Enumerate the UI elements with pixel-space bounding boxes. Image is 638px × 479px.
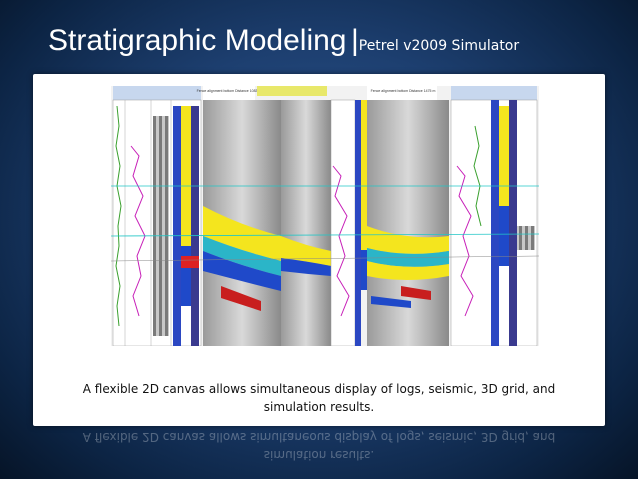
title-separator: |	[350, 24, 359, 57]
fence-label-2: Fence alignment bottom Distance 1475 m	[371, 89, 436, 93]
content-panel: Fence alignment bottom Distance 1083 m F…	[33, 74, 605, 426]
well-section-figure: Fence alignment bottom Distance 1083 m F…	[111, 86, 539, 346]
slide-title-main: Stratigraphic Modeling	[48, 24, 347, 57]
fence-label-1: Fence alignment bottom Distance 1083 m	[197, 89, 262, 93]
well-1-log-tracks	[112, 86, 202, 346]
seismic-section-1: Fence alignment bottom Distance 1083 m	[197, 86, 281, 346]
caption-reflection: simulation results. A flexible 2D canvas…	[33, 428, 605, 479]
reflection-line-2: simulation results.	[263, 448, 375, 462]
caption-line-2: simulation results.	[263, 400, 375, 414]
caption-line-1: A flexible 2D canvas allows simultaneous…	[82, 382, 556, 396]
reflection-line-1: A flexible 2D canvas allows simultaneous…	[82, 430, 556, 444]
slide-caption: A flexible 2D canvas allows simultaneous…	[33, 380, 605, 416]
well-3-log-tracks	[450, 86, 538, 346]
stratigraphic-canvas-image: Fence alignment bottom Distance 1083 m F…	[111, 86, 539, 346]
seismic-section-3: Fence alignment bottom Distance 1475 m	[367, 86, 449, 346]
slide-subtitle: Petrel v2009 Simulator	[358, 38, 520, 54]
seismic-section-2	[281, 100, 331, 346]
slide-title: Stratigraphic Modeling |Petrel v2009 Sim…	[48, 24, 519, 64]
